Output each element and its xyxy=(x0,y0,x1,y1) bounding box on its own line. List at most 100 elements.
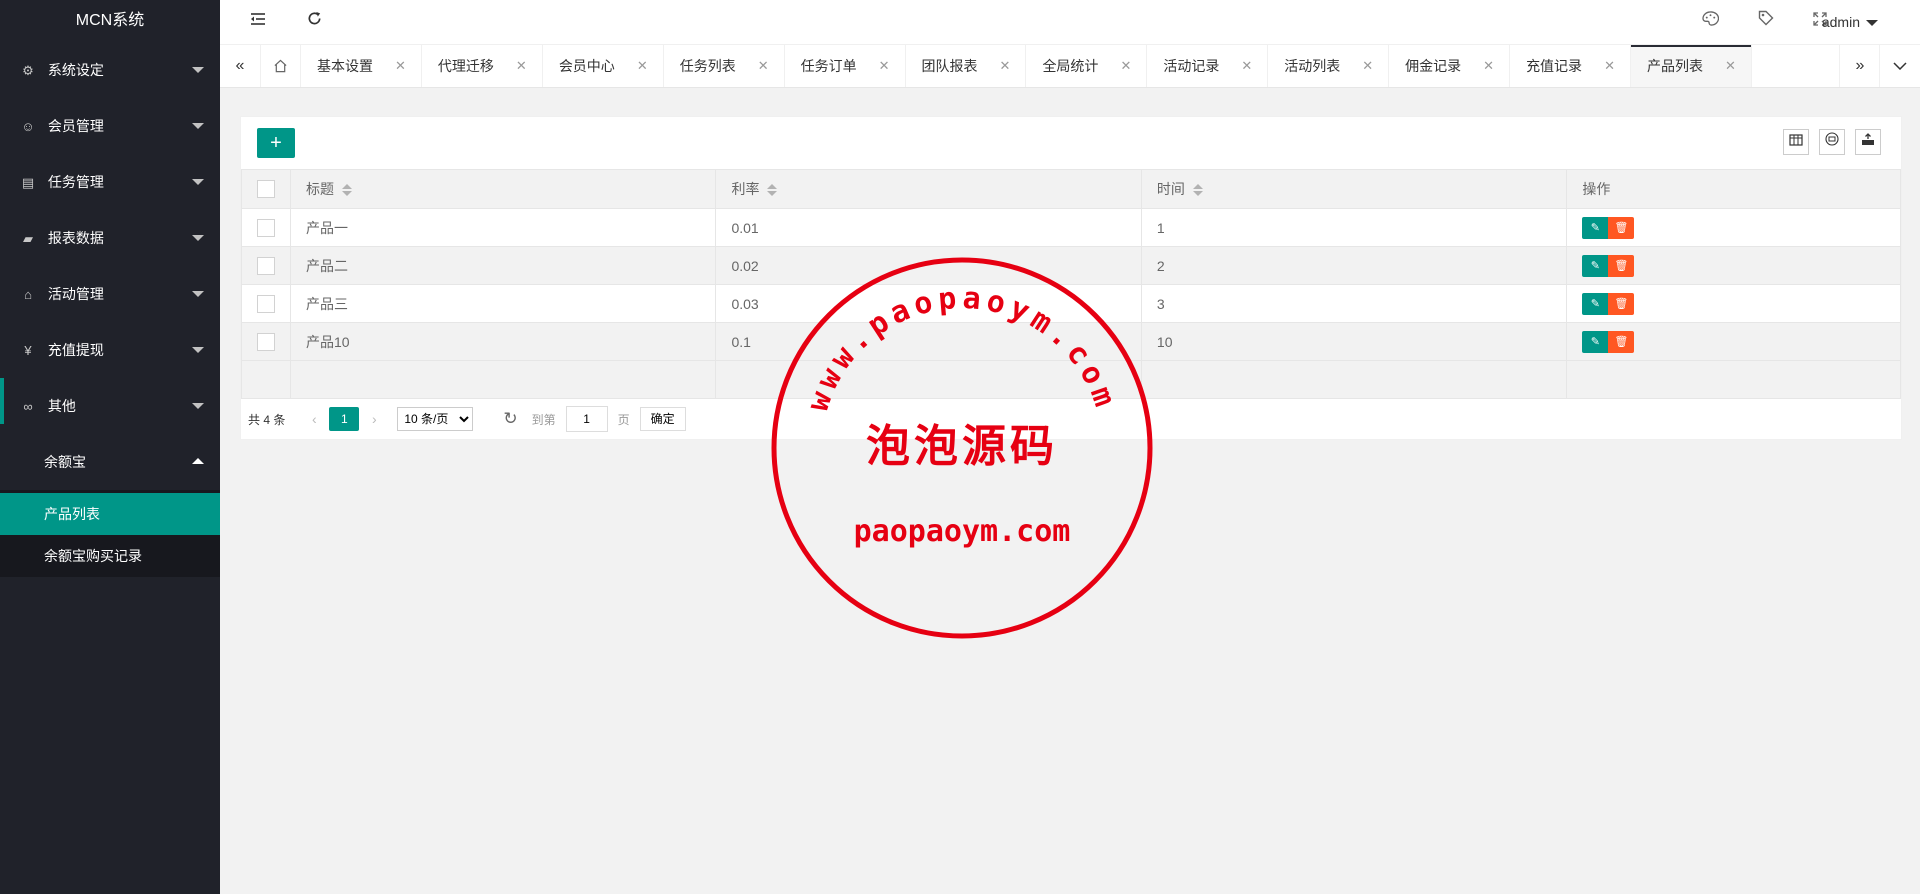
select-all-checkbox[interactable] xyxy=(257,180,275,199)
tab-basic-settings[interactable]: 基本设置 ✕ xyxy=(301,45,422,87)
tab-label: 充值记录 xyxy=(1526,58,1583,74)
delete-icon[interactable]: 🗑 xyxy=(1608,216,1635,239)
close-icon[interactable]: ✕ xyxy=(1362,45,1373,87)
tab-team-report[interactable]: 团队报表 ✕ xyxy=(906,45,1027,87)
row-checkbox[interactable] xyxy=(257,218,275,237)
tab-label: 活动列表 xyxy=(1284,58,1341,74)
tab-task-orders[interactable]: 任务订单 ✕ xyxy=(785,45,906,87)
username: admin xyxy=(1821,14,1860,30)
tabs-dropdown-icon[interactable] xyxy=(1879,45,1920,87)
user-icon: ☺ xyxy=(21,119,35,134)
app-logo-title[interactable]: MCN系统 xyxy=(0,0,220,42)
sort-icon[interactable] xyxy=(1192,183,1203,197)
tab-activity-records[interactable]: 活动记录 ✕ xyxy=(1147,45,1269,87)
refresh-icon[interactable]: ↻ xyxy=(503,409,517,429)
tab-task-list[interactable]: 任务列表 ✕ xyxy=(664,45,785,87)
refresh-icon[interactable] xyxy=(294,0,334,44)
tab-activity-list[interactable]: 活动列表 ✕ xyxy=(1268,45,1390,87)
row-select-cell xyxy=(241,284,291,323)
close-icon[interactable]: ✕ xyxy=(1604,45,1615,87)
row-checkbox[interactable] xyxy=(257,294,275,313)
table-row[interactable]: 产品二 0.02 2 ✎ 🗑 xyxy=(241,246,1901,285)
close-icon[interactable]: ✕ xyxy=(1483,45,1494,87)
sidebar-item-tasks[interactable]: ▤ 任务管理 xyxy=(0,154,220,210)
page-size-select[interactable]: 10 条/页 xyxy=(397,407,474,431)
row-checkbox[interactable] xyxy=(257,256,275,275)
sort-icon[interactable] xyxy=(767,183,778,197)
pagination: 共 4 条 ‹ 1 › 10 条/页 ↻ 到第 页 确定 xyxy=(241,399,1901,439)
close-icon[interactable]: ✕ xyxy=(1000,45,1011,87)
tab-home[interactable] xyxy=(260,45,301,87)
close-icon[interactable]: ✕ xyxy=(1241,45,1252,87)
sort-icon[interactable] xyxy=(342,183,352,197)
column-header-rate[interactable]: 利率 xyxy=(715,169,1142,209)
tab-member-center[interactable]: 会员中心 ✕ xyxy=(543,45,664,87)
columns-filter-icon[interactable] xyxy=(1783,129,1809,155)
cell-time: 1 xyxy=(1140,208,1568,247)
table-row[interactable]: 产品一 0.01 1 ✎ 🗑 xyxy=(241,208,1901,247)
user-menu[interactable]: admin xyxy=(1822,0,1878,44)
tabs-scroll-right-icon[interactable]: » xyxy=(1839,45,1880,87)
add-button[interactable]: + xyxy=(257,128,295,158)
empty-cell xyxy=(1140,360,1568,399)
close-icon[interactable]: ✕ xyxy=(637,45,648,87)
close-icon[interactable]: ✕ xyxy=(1725,45,1736,87)
chevron-down-icon xyxy=(192,67,204,73)
delete-icon[interactable]: 🗑 xyxy=(1608,330,1635,353)
sidebar-item-label: 充值提现 xyxy=(47,342,104,358)
edit-icon[interactable]: ✎ xyxy=(1582,216,1609,239)
row-checkbox[interactable] xyxy=(257,332,275,351)
close-icon[interactable]: ✕ xyxy=(395,45,406,87)
edit-icon[interactable]: ✎ xyxy=(1582,330,1609,353)
table-row[interactable]: 产品三 0.03 3 ✎ 🗑 xyxy=(241,284,1901,323)
close-icon[interactable]: ✕ xyxy=(1120,45,1131,87)
edit-icon[interactable]: ✎ xyxy=(1582,292,1609,315)
menu-fold-icon[interactable] xyxy=(238,0,278,44)
close-icon[interactable]: ✕ xyxy=(516,45,527,87)
sidebar-item-reports[interactable]: ▰ 报表数据 xyxy=(0,210,220,266)
prev-page-icon[interactable]: ‹ xyxy=(299,411,329,427)
sidebar-subitem-product-list[interactable]: 产品列表 xyxy=(0,493,220,535)
edit-icon[interactable]: ✎ xyxy=(1582,254,1609,277)
cell-title: 产品二 xyxy=(289,246,717,285)
theme-icon[interactable] xyxy=(1690,0,1730,44)
goto-page-input[interactable] xyxy=(565,406,608,432)
column-header-title[interactable]: 标题 xyxy=(289,169,717,209)
delete-icon[interactable]: 🗑 xyxy=(1608,254,1635,277)
tab-label: 基本设置 xyxy=(317,58,373,74)
table-header-row: 标题 利率 时间 操作 xyxy=(241,169,1901,209)
tabs-scroll-left-icon[interactable]: « xyxy=(220,45,261,87)
column-header-time[interactable]: 时间 xyxy=(1140,169,1568,209)
delete-icon[interactable]: 🗑 xyxy=(1608,292,1635,315)
close-icon[interactable]: ✕ xyxy=(758,45,769,87)
tab-label: 全局统计 xyxy=(1042,58,1099,74)
sidebar-subitem-purchase-records[interactable]: 余额宝购买记录 xyxy=(0,535,220,577)
goto-confirm-button[interactable]: 确定 xyxy=(639,407,686,431)
cell-rate: 0.01 xyxy=(715,208,1142,247)
tab-recharge-records[interactable]: 充值记录 ✕ xyxy=(1510,45,1631,87)
chevron-down-icon xyxy=(192,403,204,409)
tab-commission-records[interactable]: 佣金记录 ✕ xyxy=(1389,45,1511,87)
sidebar-item-activities[interactable]: ⌂ 活动管理 xyxy=(0,266,220,322)
empty-cell xyxy=(241,360,291,399)
sidebar-item-system-settings[interactable]: ⚙ 系统设定 xyxy=(0,42,220,98)
export-icon[interactable] xyxy=(1855,129,1881,155)
sidebar-item-other[interactable]: ∞ 其他 xyxy=(0,378,220,434)
cell-rate: 0.02 xyxy=(715,246,1142,285)
row-select-cell xyxy=(241,208,291,247)
sidebar-item-members[interactable]: ☺ 会员管理 xyxy=(0,98,220,154)
sidebar-item-yuebao[interactable]: 余额宝 xyxy=(0,434,220,490)
close-icon[interactable]: ✕ xyxy=(879,45,890,87)
tab-label: 会员中心 xyxy=(558,58,615,74)
tab-global-stats[interactable]: 全局统计 ✕ xyxy=(1026,45,1148,87)
next-page-icon[interactable]: › xyxy=(359,411,389,427)
sidebar-item-recharge[interactable]: ¥ 充值提现 xyxy=(0,322,220,378)
table-row[interactable]: 产品10 0.1 10 ✎ 🗑 xyxy=(241,322,1901,361)
tag-icon[interactable] xyxy=(1746,0,1786,44)
top-header: admin xyxy=(220,0,1920,44)
tab-agent-migration[interactable]: 代理迁移 ✕ xyxy=(422,45,543,87)
tab-product-list[interactable]: 产品列表 ✕ xyxy=(1630,45,1752,87)
column-label: 操作 xyxy=(1582,181,1611,197)
print-icon[interactable] xyxy=(1819,129,1845,155)
page-number-current[interactable]: 1 xyxy=(329,407,360,431)
